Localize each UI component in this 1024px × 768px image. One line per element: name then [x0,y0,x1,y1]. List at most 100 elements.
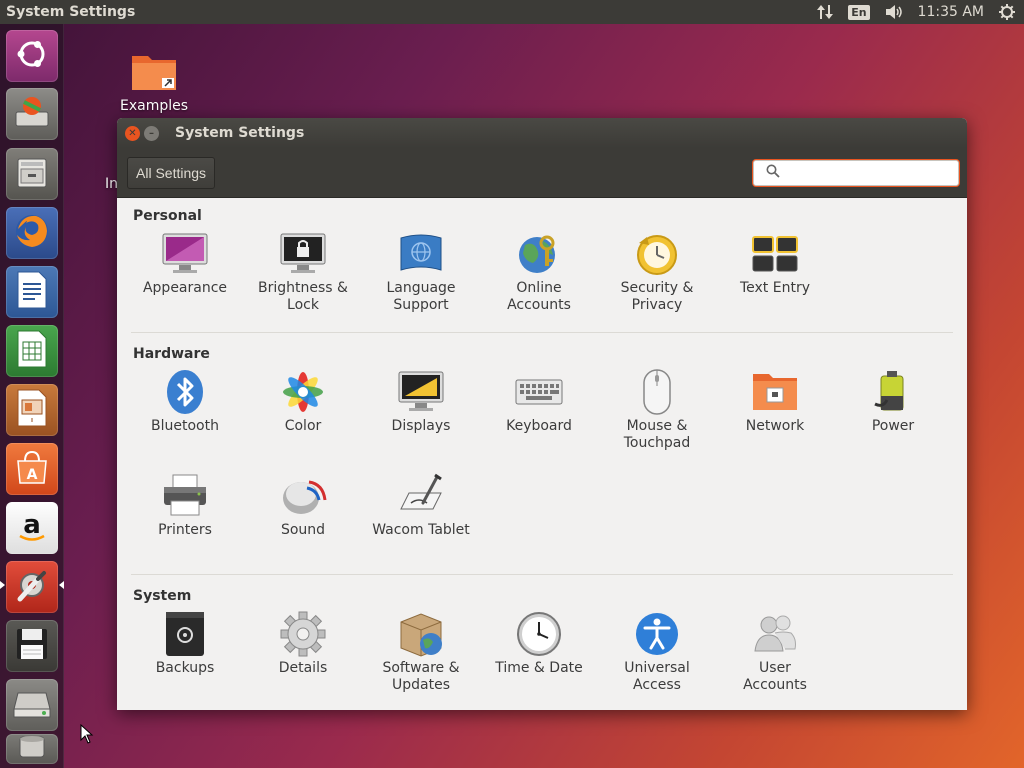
launcher-calc[interactable] [6,325,58,377]
keyboard-icon [515,368,563,416]
window-titlebar[interactable]: ✕ – System Settings [117,118,967,148]
settings-item-appearance[interactable]: Appearance [126,230,244,297]
launcher-system-settings[interactable] [6,561,58,613]
settings-item-security-privacy[interactable]: Security & Privacy [598,230,716,314]
settings-item-label: Mouse & Touchpad [623,418,691,451]
settings-item-displays[interactable]: Displays [362,368,480,435]
close-icon: ✕ [128,127,137,139]
system-settings-window: ✕ – System Settings All Settings Persona… [117,118,967,710]
clock[interactable]: 11:35 AM [918,4,984,20]
desktop-examples-label: Examples [119,98,189,114]
ubuntu-logo-icon [14,36,50,76]
search-icon [766,163,780,182]
sound-icon [279,472,327,520]
color-icon [279,368,327,416]
keyboard-language-indicator[interactable]: En [848,4,870,20]
settings-item-language-support[interactable]: Language Support [362,230,480,314]
section-title-hardware: Hardware [133,346,210,362]
settings-item-label: Sound [280,522,326,538]
power-gear-icon[interactable] [998,3,1016,21]
settings-item-text-entry[interactable]: Text Entry [716,230,834,297]
settings-item-label: Backups [155,660,215,676]
window-title: System Settings [175,125,305,141]
window-close-button[interactable]: ✕ [125,125,140,141]
file-cabinet-icon [13,153,51,195]
settings-item-sound[interactable]: Sound [244,472,362,539]
search-input[interactable] [792,162,962,183]
settings-item-color[interactable]: Color [244,368,362,435]
settings-item-brightness-lock[interactable]: Brightness & Lock [244,230,362,314]
settings-item-online-accounts[interactable]: Online Accounts [480,230,598,314]
settings-item-label: Wacom Tablet [372,522,470,538]
section-title-system: System [133,588,192,604]
desktop-examples-folder[interactable]: Examples [114,50,194,114]
network-transfer-icon[interactable] [816,4,834,20]
folder-icon [130,50,178,96]
displays-icon [397,368,445,416]
settings-item-backups[interactable]: Backups [126,610,244,677]
launcher-system-installer[interactable] [6,88,58,140]
launcher-active-arrow-left [0,581,5,589]
settings-item-user-accounts[interactable]: User Accounts [716,610,834,694]
settings-item-network[interactable]: Network [716,368,834,435]
launcher-software-center[interactable]: A [6,443,58,495]
settings-item-software-updates[interactable]: Software & Updates [362,610,480,694]
top-panel-app-title: System Settings [6,4,136,20]
brightness-lock-icon [279,230,327,278]
settings-item-wacom-tablet[interactable]: Wacom Tablet [362,472,480,539]
launcher-floppy[interactable] [6,620,58,672]
minimize-icon: – [149,127,154,139]
launcher-files[interactable] [6,148,58,200]
settings-item-mouse-touchpad[interactable]: Mouse & Touchpad [598,368,716,452]
settings-item-label: Universal Access [624,660,690,693]
calc-icon [15,329,49,373]
settings-item-time-date[interactable]: Time & Date [480,610,598,677]
wacom-tablet-icon [397,472,445,520]
settings-item-label: Color [284,418,322,434]
online-accounts-icon [515,230,563,278]
section-divider [131,332,953,333]
settings-item-label: Keyboard [506,418,572,434]
settings-item-printers[interactable]: Printers [126,472,244,539]
window-toolbar: All Settings [117,148,967,198]
settings-item-power[interactable]: Power [834,368,952,435]
launcher-drive[interactable] [6,679,58,731]
launcher-impress[interactable] [6,384,58,436]
launcher-writer[interactable] [6,266,58,318]
user-accounts-icon [751,610,799,658]
settings-item-universal-access[interactable]: Universal Access [598,610,716,694]
clock-icon [515,610,563,658]
settings-item-label: Security & Privacy [620,280,694,313]
section-divider [131,574,953,575]
launcher-firefox[interactable] [6,207,58,259]
firefox-icon [12,211,52,255]
settings-item-label: Online Accounts [507,280,571,313]
volume-icon[interactable] [884,4,904,20]
search-box[interactable] [753,159,962,186]
amazon-icon: a [13,507,51,549]
universal-access-icon [633,610,681,658]
settings-item-details[interactable]: Details [244,610,362,677]
window-minimize-button[interactable]: – [144,125,159,141]
power-icon [869,368,917,416]
settings-item-label: Network [745,418,805,434]
settings-item-label: Printers [158,522,212,538]
settings-item-keyboard[interactable]: Keyboard [480,368,598,435]
writer-icon [15,270,49,314]
trash-icon [15,735,49,763]
software-updates-icon [397,610,445,658]
text-entry-icon [751,230,799,278]
details-gear-icon [279,610,327,658]
settings-item-label: Text Entry [739,280,810,296]
software-center-icon: A [12,447,52,491]
launcher: A a [0,24,64,768]
mouse-icon [633,368,681,416]
indicator-area: En 11:35 AM [816,3,1024,21]
launcher-trash[interactable] [6,734,58,764]
settings-item-bluetooth[interactable]: Bluetooth [126,368,244,435]
settings-item-label: Displays [391,418,451,434]
section-title-personal: Personal [133,208,202,224]
launcher-ubuntu-dash[interactable] [6,30,58,82]
all-settings-button[interactable]: All Settings [127,156,216,189]
launcher-amazon[interactable]: a [6,502,58,554]
